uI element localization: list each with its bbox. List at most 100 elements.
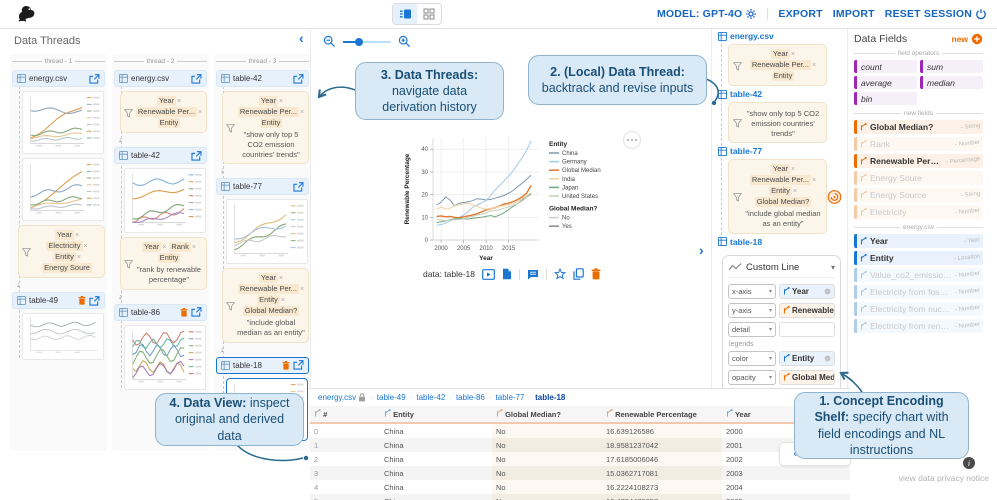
grid-view-icon[interactable] [417, 4, 441, 24]
operator-chip-bin[interactable]: bin [854, 92, 917, 105]
x-axis-field-slot[interactable]: Year⊗ [779, 284, 835, 299]
column-header[interactable]: # [310, 406, 380, 423]
zoom-out-icon[interactable] [323, 35, 336, 48]
export-table-icon[interactable] [191, 151, 202, 161]
export-table-icon[interactable] [191, 74, 202, 84]
table-tab-table-42[interactable]: table-42 [416, 393, 445, 402]
table-tab-energy.csv[interactable]: energy.csv [318, 393, 366, 402]
local-table-link[interactable]: energy.csv [718, 31, 777, 41]
remove-token-icon[interactable]: × [281, 297, 285, 304]
table-card-header[interactable]: energy.csv [114, 70, 207, 87]
remove-token-icon[interactable]: × [77, 254, 81, 261]
field-chip[interactable]: Electricity from nuclear (T...- Number [854, 302, 983, 316]
table-card-header[interactable]: table-18 [216, 357, 309, 374]
operator-chip-count[interactable]: count [854, 60, 917, 73]
opacity-channel-select[interactable]: opacity▾ [728, 370, 776, 385]
field-chip[interactable]: Electricity- Number [854, 205, 983, 219]
local-table-link[interactable]: table-42 [718, 89, 765, 99]
table-card-header[interactable]: table-42 [216, 70, 309, 87]
column-header[interactable]: Global Median? [492, 406, 602, 423]
concept-card[interactable]: Year×Rank×Entity"rank by renewable perce… [120, 237, 207, 290]
detail-channel-select[interactable]: detail▾ [728, 322, 776, 337]
delete-table-icon[interactable] [78, 296, 86, 305]
table-card[interactable]: table-86 [114, 304, 207, 321]
remove-token-icon[interactable]: × [812, 177, 816, 184]
copy-icon[interactable] [573, 268, 584, 280]
import-menu-button[interactable]: IMPORT [833, 8, 875, 20]
remove-token-icon[interactable]: × [75, 232, 79, 239]
field-chip[interactable]: Year- Year [854, 234, 983, 248]
export-table-icon[interactable] [293, 182, 304, 192]
field-chip[interactable]: Energy Soure [854, 171, 983, 185]
star-icon[interactable] [554, 268, 566, 280]
main-chart[interactable]: 0102030402000200520102015YearRenewable P… [399, 128, 651, 285]
table-card[interactable]: table-18 [216, 357, 309, 374]
concept-card[interactable]: Year×Renewable Per...×Entity×Global Medi… [728, 159, 827, 234]
remove-token-icon[interactable]: × [791, 166, 795, 173]
slider-knob[interactable] [355, 38, 363, 46]
chart-thumbnail[interactable] [226, 199, 308, 264]
local-table-link[interactable]: table-77 [718, 146, 765, 156]
remove-token-icon[interactable]: × [300, 109, 304, 116]
chat-icon[interactable] [527, 269, 539, 280]
field-chip[interactable]: Energy Source- String [854, 188, 983, 202]
chart-thumbnail[interactable] [22, 91, 104, 154]
remove-token-icon[interactable]: × [793, 188, 797, 195]
concept-card[interactable]: Year×Electricity×Entity×Energy Soure [18, 225, 105, 278]
table-card-header[interactable]: table-42 [114, 147, 207, 164]
column-header[interactable]: Entity [380, 406, 492, 423]
new-field-button[interactable]: new [951, 33, 983, 45]
reset-session-button[interactable]: RESET SESSION [885, 8, 987, 20]
delete-table-icon[interactable] [180, 308, 188, 317]
list-view-icon[interactable] [393, 4, 417, 24]
table-card[interactable]: energy.csv [114, 70, 207, 87]
field-chip[interactable]: Value_co2_emissions_kt_by...- Number [854, 268, 983, 282]
remove-field-icon[interactable]: ⊗ [824, 354, 831, 363]
remove-token-icon[interactable]: × [162, 244, 166, 251]
zoom-in-icon[interactable] [398, 35, 411, 48]
table-card-header[interactable]: table-49 [12, 292, 105, 309]
operator-chip-sum[interactable]: sum [920, 60, 983, 73]
x-axis-channel-select[interactable]: x-axis▾ [728, 284, 776, 299]
chart-thumbnail[interactable] [124, 168, 206, 233]
export-table-icon[interactable] [89, 296, 100, 306]
concept-card[interactable]: Year×Renewable Per...×Entity×Global Medi… [222, 268, 309, 343]
table-card[interactable]: table-49 [12, 292, 105, 309]
table-card-header[interactable]: energy.csv [12, 70, 105, 87]
export-table-icon[interactable] [89, 74, 100, 84]
remove-token-icon[interactable]: × [198, 109, 202, 116]
remove-token-icon[interactable]: × [279, 275, 283, 282]
model-selector[interactable]: MODEL: GPT-4O [657, 8, 757, 20]
operator-chip-average[interactable]: average [854, 76, 917, 89]
field-chip[interactable]: Electricity from renewables ...- Number [854, 319, 983, 333]
y-axis-field-slot[interactable]: Renewable Per...⊗ [779, 303, 835, 318]
concept-card[interactable]: Year×Renewable Per...×Entity"show only t… [222, 91, 309, 164]
table-tab-table-77[interactable]: table-77 [496, 393, 525, 402]
delete-table-icon[interactable] [282, 361, 290, 370]
chart-thumbnail[interactable] [124, 325, 206, 390]
table-tab-table-86[interactable]: table-86 [456, 393, 485, 402]
color-field-slot[interactable]: Entity⊗ [779, 351, 835, 366]
table-card[interactable]: table-42 [114, 147, 207, 164]
field-chip[interactable]: Electricity from fossil fuels (...- Numb… [854, 285, 983, 299]
y-axis-channel-select[interactable]: y-axis▾ [728, 303, 776, 318]
export-table-icon[interactable] [191, 307, 202, 317]
file-icon[interactable] [502, 268, 512, 280]
field-chip[interactable]: Renewable Percentage- Percentage [854, 154, 983, 168]
chart-type-selector[interactable]: Custom Line ▾ [728, 262, 835, 278]
export-table-icon[interactable] [293, 74, 304, 84]
thumbnail-size-slider[interactable] [343, 37, 391, 47]
table-card[interactable]: table-42 [216, 70, 309, 87]
field-chip[interactable]: Rank- Number [854, 137, 983, 151]
concept-card[interactable]: "show only top 5 CO2 emission countries'… [728, 102, 827, 143]
collapse-threads-chevron-left-icon[interactable]: ‹ [299, 31, 304, 45]
table-card-header[interactable]: table-77 [216, 178, 309, 195]
table-card[interactable]: energy.csv [12, 70, 105, 87]
operator-chip-median[interactable]: median [920, 76, 983, 89]
column-header[interactable]: Renewable Percentage [602, 406, 722, 423]
field-chip[interactable]: Entity- Location [854, 251, 983, 265]
trash-icon[interactable] [591, 268, 601, 280]
remove-token-icon[interactable]: × [192, 244, 196, 251]
detail-field-slot[interactable] [779, 322, 835, 337]
concept-card[interactable]: Year×Renewable Per...×Entity [120, 91, 207, 133]
